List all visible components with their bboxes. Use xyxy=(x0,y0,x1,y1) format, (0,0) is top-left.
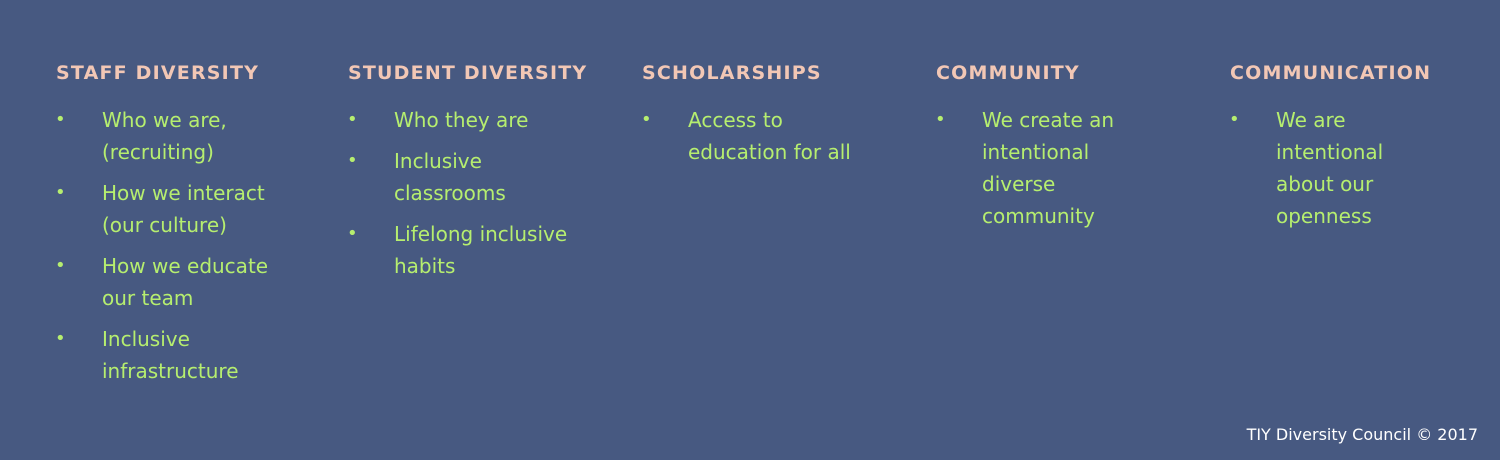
column-community: COMMUNITY • We create an intentional dive… xyxy=(935,58,1196,241)
list-item: • How we interact (our culture) xyxy=(55,177,292,241)
column-heading: COMMUNICATION xyxy=(1230,62,1432,84)
list-item: • Who we are, (recruiting) xyxy=(55,104,292,168)
column-heading: STUDENT DIVERSITY xyxy=(348,62,588,84)
item-list: • We are intentional about our openness xyxy=(1229,104,1490,232)
bullet-icon: • xyxy=(55,182,66,203)
bullet-icon: • xyxy=(935,109,946,130)
column-communication: COMMUNICATION • We are intentional about … xyxy=(1229,58,1490,241)
bullet-icon: • xyxy=(347,150,358,171)
column-heading: STAFF DIVERSITY xyxy=(56,62,260,84)
bullet-icon: • xyxy=(55,328,66,349)
item-list: • Who we are, (recruiting) • How we intera… xyxy=(55,104,316,387)
item-list: • Access to education for all xyxy=(641,104,902,168)
column-heading: SCHOLARSHIPS xyxy=(642,62,822,84)
list-item: • Who they are xyxy=(347,104,579,136)
list-item: • Inclusive infrastructure xyxy=(55,323,292,387)
list-item: • How we educate our team xyxy=(55,250,292,314)
column-staff-diversity: STAFF DIVERSITY • Who we are, (recruiting… xyxy=(55,58,316,396)
item-list: • Who they are • Inclusive classrooms • Lif… xyxy=(347,104,608,282)
bullet-icon: • xyxy=(347,223,358,244)
bullet-icon: • xyxy=(1229,109,1240,130)
bullet-icon: • xyxy=(347,109,358,130)
bullet-icon: • xyxy=(55,255,66,276)
bullet-icon: • xyxy=(55,109,66,130)
column-scholarships: SCHOLARSHIPS • Access to education for al… xyxy=(641,58,902,177)
column-student-diversity: STUDENT DIVERSITY • Who they are • Inclusi… xyxy=(347,58,608,291)
item-list: • We create an intentional diverse commun… xyxy=(935,104,1196,232)
list-item: • We create an intentional diverse commun… xyxy=(935,104,1132,232)
list-item: • Inclusive classrooms xyxy=(347,145,579,209)
list-item: • Access to education for all xyxy=(641,104,888,168)
bullet-icon: • xyxy=(641,109,652,130)
list-item: • We are intentional about our openness xyxy=(1229,104,1406,232)
list-item: • Lifelong inclusive habits xyxy=(347,218,579,282)
footer-copyright: TIY Diversity Council © 2017 xyxy=(1246,425,1478,444)
column-heading: COMMUNITY xyxy=(936,62,1080,84)
